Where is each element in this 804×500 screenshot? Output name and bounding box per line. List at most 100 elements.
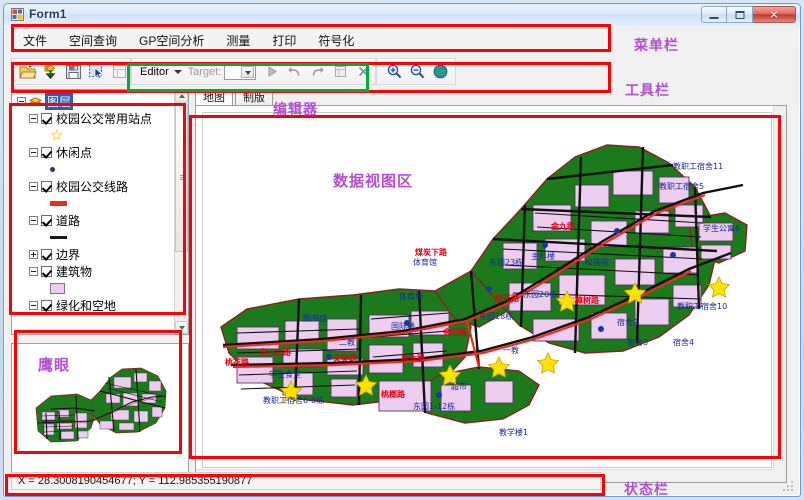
layer-visibility-checkbox[interactable] [41,266,52,277]
svg-text:安石山路: 安石山路 [259,347,292,357]
toc-layer-leisure-points[interactable]: 休闲点 [16,144,174,161]
undo-icon[interactable] [285,62,304,81]
close-button[interactable]: ✕ [753,6,796,23]
svg-text:教职工宿舍11: 教职工宿舍11 [673,161,723,171]
menu-item-spatial-query[interactable]: 空间查询 [61,29,125,52]
menu-item-measure[interactable]: 测量 [218,29,258,52]
zoom-out-icon[interactable] [408,62,427,81]
chevron-down-icon[interactable] [173,69,182,74]
svg-text:二教: 二教 [339,337,355,347]
svg-text:教职工宿舍6-8栋: 教职工宿舍6-8栋 [263,395,324,405]
expander-minus-icon[interactable] [29,114,38,123]
maximize-button[interactable] [727,6,753,23]
menu-item-gp-analysis[interactable]: GP空间分析 [131,29,212,52]
expander-plus-icon[interactable] [29,250,38,259]
redo-icon[interactable] [308,62,327,81]
open-folder-icon[interactable] [18,62,37,81]
toc-vertical-scrollbar[interactable] [174,90,188,334]
expander-minus-icon[interactable] [29,267,38,276]
toc-layer-buildings[interactable]: 建筑物 [16,263,174,280]
menu-item-symbology[interactable]: 符号化 [310,29,362,52]
layer-tree: 图层 校园公交常用站点 ☆ 休闲点 校园公交线路 道路 边界 建筑物 绿化和空地 [12,90,174,334]
svg-text:学生公寓6: 学生公寓6 [703,223,740,233]
svg-text:学生食堂: 学生食堂 [269,369,301,379]
toolbar-row: Editor Target: [11,58,609,85]
layer-visibility-checkbox[interactable] [41,300,52,311]
expander-minus-icon[interactable] [29,216,38,225]
expander-minus-icon[interactable] [29,148,38,157]
toc-layer-boundary[interactable]: 边界 [16,246,174,263]
select-features-icon[interactable] [87,62,106,81]
svg-text:宿舍4: 宿舍4 [673,337,694,347]
save-icon[interactable] [64,62,83,81]
toc-layer-bus-stops[interactable]: 校园公交常用站点 [16,110,174,127]
data-view-panel[interactable]: 教职工宿舍11 教职工宿舍10 教职工宿舍5 学生公寓6 东园23栋 东园20栋… [195,105,787,483]
scroll-down-arrow-icon[interactable] [175,321,188,334]
layer-visibility-checkbox[interactable] [41,215,52,226]
svg-text:体育场: 体育场 [399,291,423,301]
layer-visibility-checkbox[interactable] [41,147,52,158]
svg-text:文奥路: 文奥路 [333,353,358,363]
svg-text:宿舍3: 宿舍3 [627,337,648,347]
expander-minus-icon[interactable] [17,97,26,106]
annotation-label-dataview: 数据视图区 [333,172,414,190]
toc-layer-roads[interactable]: 道路 [16,212,174,229]
svg-text:国际楼: 国际楼 [391,321,415,331]
resize-grip[interactable] [783,480,795,492]
star-symbol-icon: ☆ [50,127,64,144]
target-combobox[interactable] [224,63,256,80]
svg-text:东园1-12栋: 东园1-12栋 [413,401,455,411]
title-bar[interactable]: Form1 ✕ [4,4,800,25]
chevron-down-icon[interactable] [241,65,254,78]
table-of-contents-panel[interactable]: 图层 校园公交常用站点 ☆ 休闲点 校园公交线路 道路 边界 建筑物 绿化和空地 [11,89,189,335]
svg-text:樟树路: 樟树路 [575,295,600,305]
tab-layout[interactable]: 制版 [235,90,273,106]
layer-visibility-checkbox[interactable] [41,113,52,124]
scroll-thumb[interactable] [175,104,188,252]
form-icon [11,8,24,21]
blackline-symbol-icon [50,236,67,239]
scroll-up-arrow-icon[interactable] [175,90,188,103]
zoom-in-icon[interactable] [385,62,404,81]
annotation-label-toolbar: 工具栏 [625,83,670,99]
menu-item-print[interactable]: 打印 [264,29,304,52]
application-window: Form1 ✕ 文件 空间查询 GP空间分析 测量 打印 符号化 Editor … [0,0,804,500]
delete-icon[interactable] [354,62,373,81]
map-vertical-scrollbar[interactable] [773,106,786,469]
menu-bar: 文件 空间查询 GP空间分析 测量 打印 符号化 [11,28,609,52]
toc-layer-bus-routes[interactable]: 校园公交线路 [16,178,174,195]
attribute-table-icon[interactable] [110,62,129,81]
menu-item-file[interactable]: 文件 [15,29,55,52]
add-data-icon[interactable] [41,62,60,81]
sketch-tool-icon[interactable] [262,62,281,81]
editor-attributes-icon[interactable] [331,62,350,81]
expander-minus-icon[interactable] [29,301,38,310]
layer-label: 道路 [56,214,81,228]
view-tabs: 地图 制版 [195,89,275,106]
map-canvas[interactable]: 教职工宿舍11 教职工宿舍10 教职工宿舍5 学生公寓6 东园23栋 东园20栋… [202,112,772,468]
status-bar: X = 28.3008190454677; Y = 112.9853551908… [11,472,601,490]
redline-symbol-icon [50,201,67,206]
full-extent-globe-icon[interactable] [431,62,450,81]
annotation-label-editor: 编辑器 [273,102,318,118]
expander-minus-icon[interactable] [29,182,38,191]
toc-layer-green-space[interactable]: 绿化和空地 [16,297,174,314]
svg-text:教学楼1: 教学楼1 [499,427,528,437]
layer-visibility-checkbox[interactable] [41,181,52,192]
svg-text:体育馆: 体育馆 [413,257,437,267]
toc-root-layers[interactable]: 图层 [16,93,174,110]
annotation-label-statusbar: 状态栏 [624,482,669,498]
svg-text:校医院: 校医院 [585,257,609,267]
svg-text:东园18栋: 东园18栋 [479,311,513,321]
layer-visibility-checkbox[interactable] [41,249,52,260]
toc-root-label: 图层 [45,93,74,110]
minimize-button[interactable] [701,6,727,23]
svg-text:东园23栋: 东园23栋 [489,257,523,267]
svg-text:主科楼: 主科楼 [531,251,555,261]
editor-menu-label[interactable]: Editor [136,66,172,78]
svg-text:超市: 超市 [451,381,467,391]
tab-map[interactable]: 地图 [195,89,233,106]
layer-symbol-row [16,229,174,246]
file-toolbar [11,58,148,85]
svg-text:图书馆: 图书馆 [303,313,327,323]
